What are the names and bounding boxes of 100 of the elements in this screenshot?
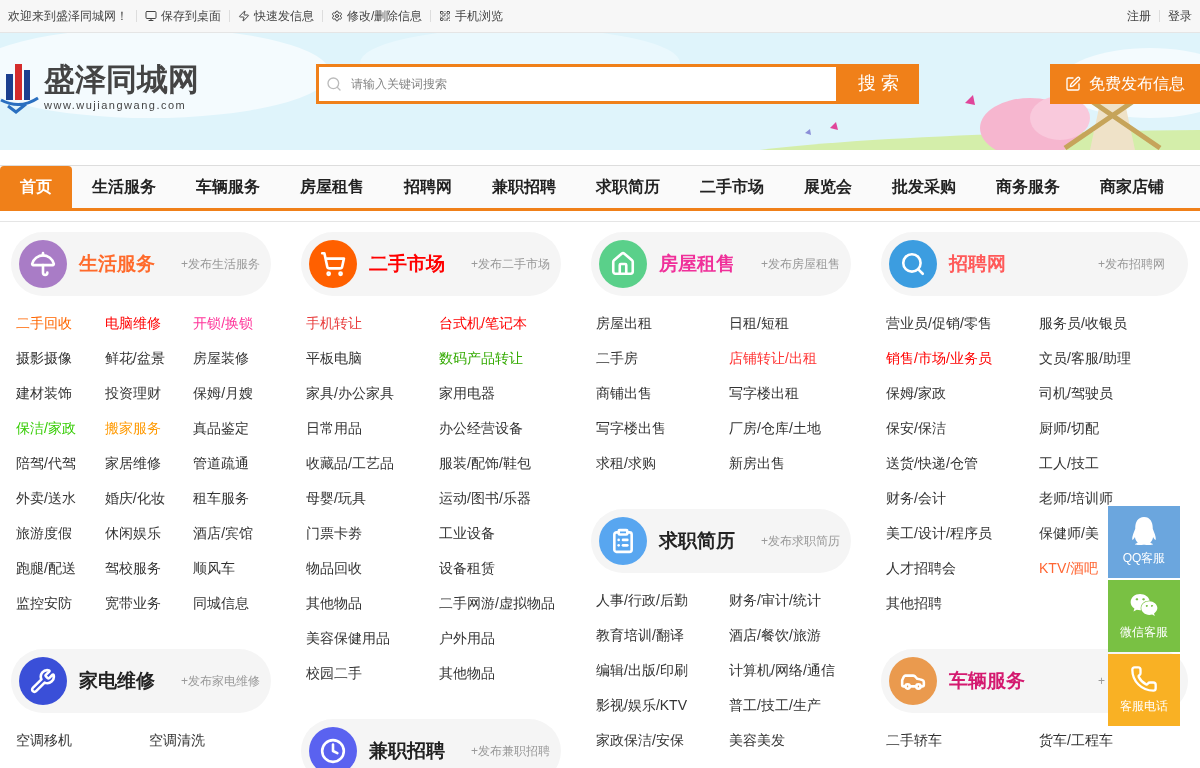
- category-link[interactable]: 收藏品/工艺品: [306, 453, 394, 474]
- category-link[interactable]: 财务/会计: [886, 488, 946, 509]
- category-title[interactable]: 车辆服务: [949, 666, 1025, 696]
- category-link[interactable]: 美容美发: [729, 730, 785, 751]
- category-link[interactable]: 营业员/促销/零售: [886, 313, 992, 334]
- category-link[interactable]: 二手轿车: [886, 730, 942, 751]
- category-link[interactable]: 新房出售: [729, 453, 785, 474]
- category-link[interactable]: 家政保洁/安保: [596, 730, 684, 751]
- category-link[interactable]: 休闲娱乐: [104, 523, 161, 544]
- category-link[interactable]: 真品鉴定: [193, 418, 250, 439]
- category-link[interactable]: 厂房/仓库/土地: [729, 418, 821, 439]
- category-link[interactable]: 空调清洗: [149, 730, 205, 751]
- category-link[interactable]: 日租/短租: [729, 313, 789, 334]
- category-link[interactable]: 美工/设计/程序员: [886, 523, 992, 544]
- category-link[interactable]: 编辑/出版/印刷: [596, 660, 688, 681]
- category-link[interactable]: 保安/保洁: [886, 418, 946, 439]
- category-link[interactable]: 旅游度假: [16, 523, 72, 544]
- nav-tab[interactable]: 车辆服务: [176, 166, 280, 208]
- category-link[interactable]: 人事/行政/后勤: [596, 590, 688, 611]
- category-link[interactable]: 建材装饰: [16, 383, 72, 404]
- category-link[interactable]: 电脑维修: [104, 313, 161, 334]
- category-link[interactable]: 工人/技工: [1039, 453, 1099, 474]
- category-link[interactable]: 办公经营设备: [439, 418, 523, 439]
- category-link[interactable]: 写字楼出售: [596, 418, 666, 439]
- search-field[interactable]: 请输入关键词搜索: [316, 63, 839, 104]
- category-link[interactable]: 老师/培训师: [1039, 488, 1113, 509]
- top-link[interactable]: 修改/删除信息: [331, 7, 423, 25]
- nav-tab[interactable]: 商家店铺: [1080, 166, 1184, 208]
- category-link[interactable]: 二手网游/虚拟物品: [439, 593, 555, 614]
- category-link[interactable]: 家具/办公家具: [306, 383, 394, 404]
- category-link[interactable]: 管道疏通: [193, 453, 250, 474]
- category-link[interactable]: 服务员/收银员: [1039, 313, 1127, 334]
- category-link[interactable]: 送货/快递/仓管: [886, 453, 978, 474]
- nav-tab[interactable]: 批发采购: [872, 166, 976, 208]
- category-link[interactable]: 销售/市场/业务员: [886, 348, 992, 369]
- category-link[interactable]: 台式机/笔记本: [439, 313, 527, 334]
- category-link[interactable]: 其他物品: [439, 663, 495, 684]
- category-link[interactable]: 二手房: [596, 348, 638, 369]
- category-link[interactable]: 商铺出售: [596, 383, 652, 404]
- category-title[interactable]: 家电维修: [79, 666, 155, 696]
- category-link[interactable]: 摄影摄像: [16, 348, 72, 369]
- category-link[interactable]: 投资理财: [104, 383, 161, 404]
- category-link[interactable]: 母婴/玩具: [306, 488, 366, 509]
- account-link[interactable]: 注册: [1127, 7, 1151, 25]
- category-link[interactable]: 保健师/美: [1039, 523, 1099, 544]
- category-link[interactable]: 租车服务: [193, 488, 250, 509]
- nav-tab[interactable]: 生活服务: [72, 166, 176, 208]
- category-link[interactable]: 监控安防: [16, 593, 72, 614]
- category-link[interactable]: 教育培训/翻译: [596, 625, 684, 646]
- category-link[interactable]: 跑腿/配送: [16, 558, 76, 579]
- category-link[interactable]: 酒店/宾馆: [193, 523, 254, 544]
- category-link[interactable]: 外卖/送水: [16, 488, 76, 509]
- category-link[interactable]: 陪驾/代驾: [16, 453, 76, 474]
- category-link[interactable]: 影视/娱乐/KTV: [596, 695, 687, 716]
- category-link[interactable]: 顺风车: [193, 558, 236, 579]
- category-link[interactable]: 婚庆/化妆: [104, 488, 165, 509]
- category-link[interactable]: 空调移机: [16, 730, 72, 751]
- category-link[interactable]: 服装/配饰/鞋包: [439, 453, 531, 474]
- nav-tab[interactable]: 求职简历: [576, 166, 680, 208]
- category-link[interactable]: 保姆/月嫂: [193, 383, 254, 404]
- category-link[interactable]: 普工/技工/生产: [729, 695, 821, 716]
- category-link[interactable]: 设备租赁: [439, 558, 495, 579]
- category-link[interactable]: 门票卡劵: [306, 523, 362, 544]
- category-link[interactable]: 求租/求购: [596, 453, 656, 474]
- nav-tab[interactable]: 展览会: [784, 166, 872, 208]
- category-link[interactable]: 房屋出租: [596, 313, 652, 334]
- category-link[interactable]: 厨师/切配: [1039, 418, 1099, 439]
- nav-tab[interactable]: 二手市场: [680, 166, 784, 208]
- category-link[interactable]: 户外用品: [439, 628, 495, 649]
- category-title[interactable]: 兼职招聘: [369, 736, 445, 766]
- category-link[interactable]: 工业设备: [439, 523, 495, 544]
- category-link[interactable]: 货车/工程车: [1039, 730, 1113, 751]
- nav-tab[interactable]: 招聘网: [384, 166, 472, 208]
- nav-tab[interactable]: 兼职招聘: [472, 166, 576, 208]
- nav-tab[interactable]: 商务服务: [976, 166, 1080, 208]
- category-link[interactable]: 计算机/网络/通信: [729, 660, 835, 681]
- category-link[interactable]: 房屋装修: [193, 348, 250, 369]
- category-link[interactable]: 酒店/餐饮/旅游: [729, 625, 821, 646]
- category-title[interactable]: 二手市场: [369, 249, 445, 279]
- account-link[interactable]: 登录: [1168, 7, 1192, 25]
- top-link[interactable]: 快速发信息: [238, 7, 314, 25]
- category-link[interactable]: 店铺转让/出租: [729, 348, 817, 369]
- category-link[interactable]: 物品回收: [306, 558, 362, 579]
- category-link[interactable]: 日常用品: [306, 418, 362, 439]
- category-title[interactable]: 求职简历: [659, 526, 735, 556]
- category-link[interactable]: 宽带业务: [104, 593, 161, 614]
- category-link[interactable]: 同城信息: [193, 593, 250, 614]
- top-link[interactable]: 保存到桌面: [145, 7, 221, 25]
- category-link[interactable]: 财务/审计/统计: [729, 590, 821, 611]
- category-link[interactable]: 人才招聘会: [886, 558, 956, 579]
- top-link[interactable]: 手机浏览: [439, 7, 504, 25]
- category-link[interactable]: 鲜花/盆景: [104, 348, 165, 369]
- category-link[interactable]: 运动/图书/乐器: [439, 488, 531, 509]
- category-link[interactable]: 家用电器: [439, 383, 495, 404]
- category-link[interactable]: 平板电脑: [306, 348, 362, 369]
- category-link[interactable]: 其他招聘: [886, 593, 942, 614]
- category-link[interactable]: 写字楼出租: [729, 383, 799, 404]
- category-link[interactable]: 保姆/家政: [886, 383, 946, 404]
- category-link[interactable]: 校园二手: [306, 663, 362, 684]
- category-link[interactable]: 文员/客服/助理: [1039, 348, 1131, 369]
